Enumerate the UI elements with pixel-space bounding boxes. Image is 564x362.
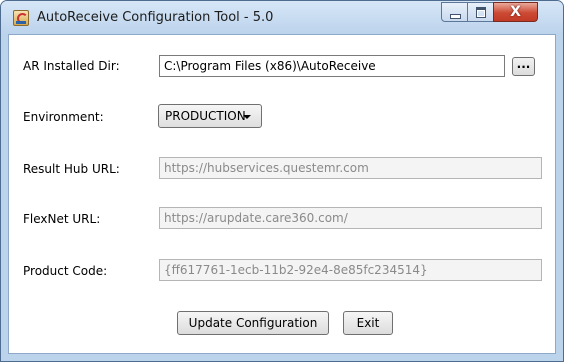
- result-hub-url-field: https://hubservices.questemr.com: [159, 157, 542, 179]
- browse-button[interactable]: ...: [512, 57, 535, 76]
- close-icon: X: [510, 4, 521, 20]
- product-code-field: {ff617761-1ecb-11b2-92e4-8e85fc234514}: [159, 259, 542, 281]
- flexnet-url-label: FlexNet URL:: [23, 212, 101, 226]
- chevron-down-icon: [243, 115, 251, 119]
- ar-installed-dir-field[interactable]: C:\Program Files (x86)\AutoReceive: [159, 55, 505, 77]
- maximize-button[interactable]: [467, 2, 494, 22]
- flexnet-url-field: https://arupdate.care360.com/: [159, 207, 542, 229]
- java-coffee-cup-icon[interactable]: [13, 10, 29, 26]
- close-button[interactable]: X: [493, 2, 538, 22]
- environment-select[interactable]: PRODUCTION: [158, 104, 262, 128]
- minimize-button[interactable]: [441, 2, 468, 22]
- environment-label: Environment:: [23, 110, 104, 124]
- app-window: AutoReceive Configuration Tool - 5.0 X A…: [0, 0, 564, 362]
- update-configuration-button[interactable]: Update Configuration: [177, 311, 329, 335]
- exit-button[interactable]: Exit: [343, 311, 393, 335]
- window-title: AutoReceive Configuration Tool - 5.0: [37, 10, 274, 25]
- ar-installed-dir-label: AR Installed Dir:: [23, 59, 120, 73]
- form-panel: AR Installed Dir: C:\Program Files (x86)…: [8, 34, 556, 354]
- environment-selected-value: PRODUCTION: [165, 109, 246, 123]
- product-code-label: Product Code:: [23, 264, 108, 278]
- title-bar[interactable]: AutoReceive Configuration Tool - 5.0 X: [1, 1, 563, 34]
- result-hub-url-label: Result Hub URL:: [23, 162, 120, 176]
